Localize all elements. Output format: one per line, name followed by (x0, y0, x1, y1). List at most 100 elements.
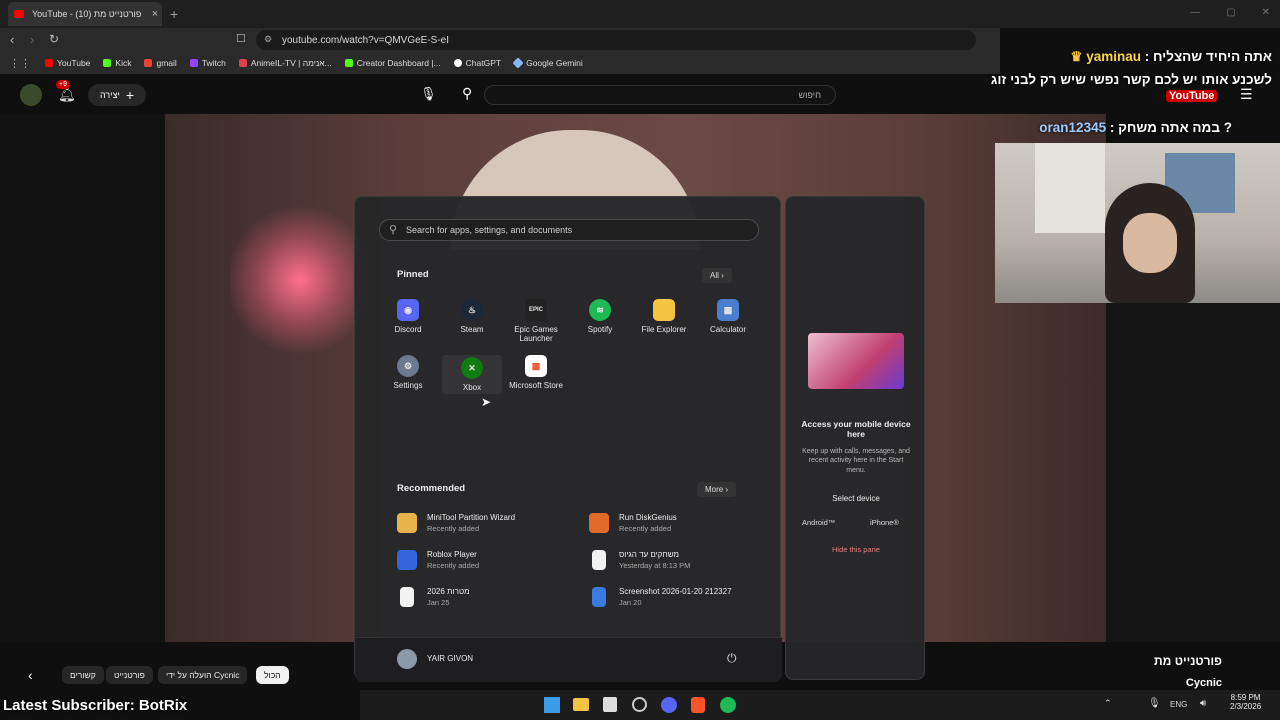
gemini-icon (512, 57, 524, 69)
app-label: Microsoft Store (509, 381, 563, 390)
bookmark-chatgpt[interactable]: ChatGPT (453, 58, 501, 68)
start-search-input[interactable]: ⚲ Search for apps, settings, and documen… (379, 219, 759, 241)
bookmark-kick[interactable]: Kick (103, 58, 131, 68)
clock-date: 2/3/2026 (1230, 702, 1262, 711)
back-icon[interactable]: ‹ (10, 32, 14, 47)
app-label: Xbox (462, 383, 482, 392)
mouse-cursor-icon: ➤ (481, 395, 492, 409)
hide-pane-link[interactable]: Hide this pane (786, 545, 926, 554)
windows-start-icon[interactable] (544, 697, 560, 713)
new-tab-button[interactable]: + (170, 6, 178, 22)
select-device-label: Select device (832, 494, 880, 503)
reload-icon[interactable]: ↻ (49, 32, 59, 46)
chip-all[interactable]: הכול (256, 666, 289, 684)
pinned-title: Pinned (397, 269, 429, 280)
chip-related[interactable]: קשורים (62, 666, 104, 684)
android-button[interactable]: Android™ (802, 518, 835, 527)
minimize-icon[interactable]: — (1190, 7, 1200, 18)
pinned-app-steam[interactable]: ♨ Steam (442, 299, 502, 334)
clock[interactable]: 8:59 PM 2/3/2026 (1230, 693, 1261, 711)
chat-text: אתה היחיד שהצליח (1152, 49, 1272, 64)
more-label: More (705, 485, 724, 494)
bookmark-gemini[interactable]: Google Gemini (512, 57, 583, 69)
pinned-app-spotify[interactable]: ≋ Spotify (570, 299, 630, 334)
bookmark-animeil[interactable]: AnimeIL-TV | אנימה... (238, 58, 332, 68)
store-icon[interactable] (603, 697, 617, 712)
menu-icon[interactable]: ☰ (1240, 86, 1253, 103)
mic-icon[interactable]: 🎙︎ (1148, 698, 1161, 709)
create-button[interactable]: יצירה + (88, 84, 146, 106)
video-left-margin (0, 114, 165, 642)
pinned-app-epic-games[interactable]: EPIC Epic Games Launcher (506, 299, 566, 343)
window-shutter (1035, 143, 1105, 233)
pane-description: Keep up with calls, messages, and recent… (802, 448, 910, 474)
recommended-item[interactable]: MiniTool Partition Wizard Recently added (397, 506, 577, 540)
pinned-app-discord[interactable]: ◉ Discord (378, 299, 438, 334)
rec-detail: Yesterday at 8:13 PM (619, 561, 691, 570)
brave-icon[interactable] (691, 697, 705, 713)
recommended-title: Recommended (397, 483, 466, 494)
obs-icon[interactable] (632, 697, 647, 712)
recommended-item[interactable]: Run DiskGenius Recently added (589, 506, 769, 540)
iphone-button[interactable]: iPhone® (870, 518, 899, 527)
recommended-item[interactable]: Roblox Player Recently added (397, 543, 577, 577)
pane-title: Access your mobile device here (801, 419, 911, 439)
pinned-app-file-explorer[interactable]: File Explorer (634, 299, 694, 334)
chat-message: ? במה אתה משחק : oran12345 (1039, 120, 1232, 135)
start-search-placeholder: Search for apps, settings, and documents (406, 225, 573, 235)
chip-uploaded-by[interactable]: הועלה על ידי Cycnic (158, 666, 248, 684)
xbox-icon: ✕ (461, 357, 483, 379)
pinned-app-xbox[interactable]: ✕ Xbox (442, 355, 502, 394)
chat-username: oran12345 (1039, 120, 1107, 135)
all-apps-button[interactable]: All › (702, 268, 732, 283)
browser-tab[interactable]: YouTube - (10) פורטנייט מת × (8, 2, 162, 26)
chip-fortnite[interactable]: פורטנייט (106, 666, 153, 684)
volume-icon[interactable]: 🔊︎ (1200, 698, 1206, 709)
twitch-icon (189, 59, 198, 67)
pinned-app-microsoft-store[interactable]: ▦ Microsoft Store (506, 355, 566, 390)
rec-name: Roblox Player (427, 550, 477, 559)
youtube-logo: YouTube (1166, 90, 1218, 102)
tray-chevron-icon[interactable]: ⌃ (1104, 698, 1112, 709)
youtube-search-input[interactable]: חיפוש (484, 85, 836, 105)
recommended-item[interactable]: משחקים עד הגיוס Yesterday at 8:13 PM (589, 543, 769, 577)
forward-icon[interactable]: › (30, 32, 34, 47)
mic-icon[interactable]: 🎙︎ (420, 86, 437, 102)
language-indicator[interactable]: ENG (1170, 700, 1187, 709)
bookmark-label: YouTube (57, 58, 91, 68)
apps-grid-icon[interactable]: ⋮⋮ (9, 57, 31, 70)
close-tab-icon[interactable]: × (148, 8, 162, 20)
chat-text: ? במה אתה משחק (1118, 120, 1232, 135)
chat-message: לשכנע אותו יש לכם קשר נפשי שיש רק לבני ז… (990, 72, 1272, 87)
gear-icon: ⚙ (397, 355, 419, 377)
spotify-icon: ≋ (589, 299, 611, 321)
document-icon (592, 550, 606, 570)
bookmark-youtube[interactable]: YouTube (45, 58, 90, 68)
kick-icon (103, 59, 112, 67)
spotify-icon[interactable] (720, 697, 736, 713)
avatar[interactable] (20, 84, 42, 106)
recommended-item[interactable]: 2026 מטרות Jan 25 (397, 580, 577, 614)
bookmark-label: AnimeIL-TV | אנימה... (250, 58, 332, 68)
close-window-icon[interactable]: ✕ (1262, 7, 1270, 18)
roblox-icon (397, 550, 417, 570)
maximize-icon[interactable]: ▢ (1226, 7, 1235, 18)
bookmark-creator-dashboard[interactable]: Creator Dashboard |... (344, 58, 441, 68)
url-bar[interactable]: ⚙ youtube.com/watch?v=QMVGeE-S-eI (256, 30, 976, 50)
all-label: All (710, 271, 719, 280)
file-explorer-icon[interactable] (573, 698, 589, 711)
discord-icon[interactable] (661, 697, 677, 713)
bookmark-twitch[interactable]: Twitch (189, 58, 226, 68)
bookmark-gmail[interactable]: gmail (144, 58, 177, 68)
calculator-icon: ▦ (717, 299, 739, 321)
recommended-item[interactable]: Screenshot 2026-01-20 212327 Jan 20 (589, 580, 769, 614)
chevron-left-icon[interactable]: ‹ (28, 667, 33, 683)
search-icon[interactable]: ⚲ (462, 85, 472, 102)
tab-title: YouTube - (10) פורטנייט מת (32, 9, 142, 19)
channel-name[interactable]: Cycnic (1186, 677, 1222, 689)
pinned-app-calculator[interactable]: ▦ Calculator (698, 299, 758, 334)
more-button[interactable]: More › (697, 482, 737, 497)
bookmark-icon[interactable]: ☐ (236, 32, 246, 45)
pinned-app-settings[interactable]: ⚙ Settings (378, 355, 438, 390)
site-info-icon[interactable]: ⚙ (264, 34, 272, 45)
